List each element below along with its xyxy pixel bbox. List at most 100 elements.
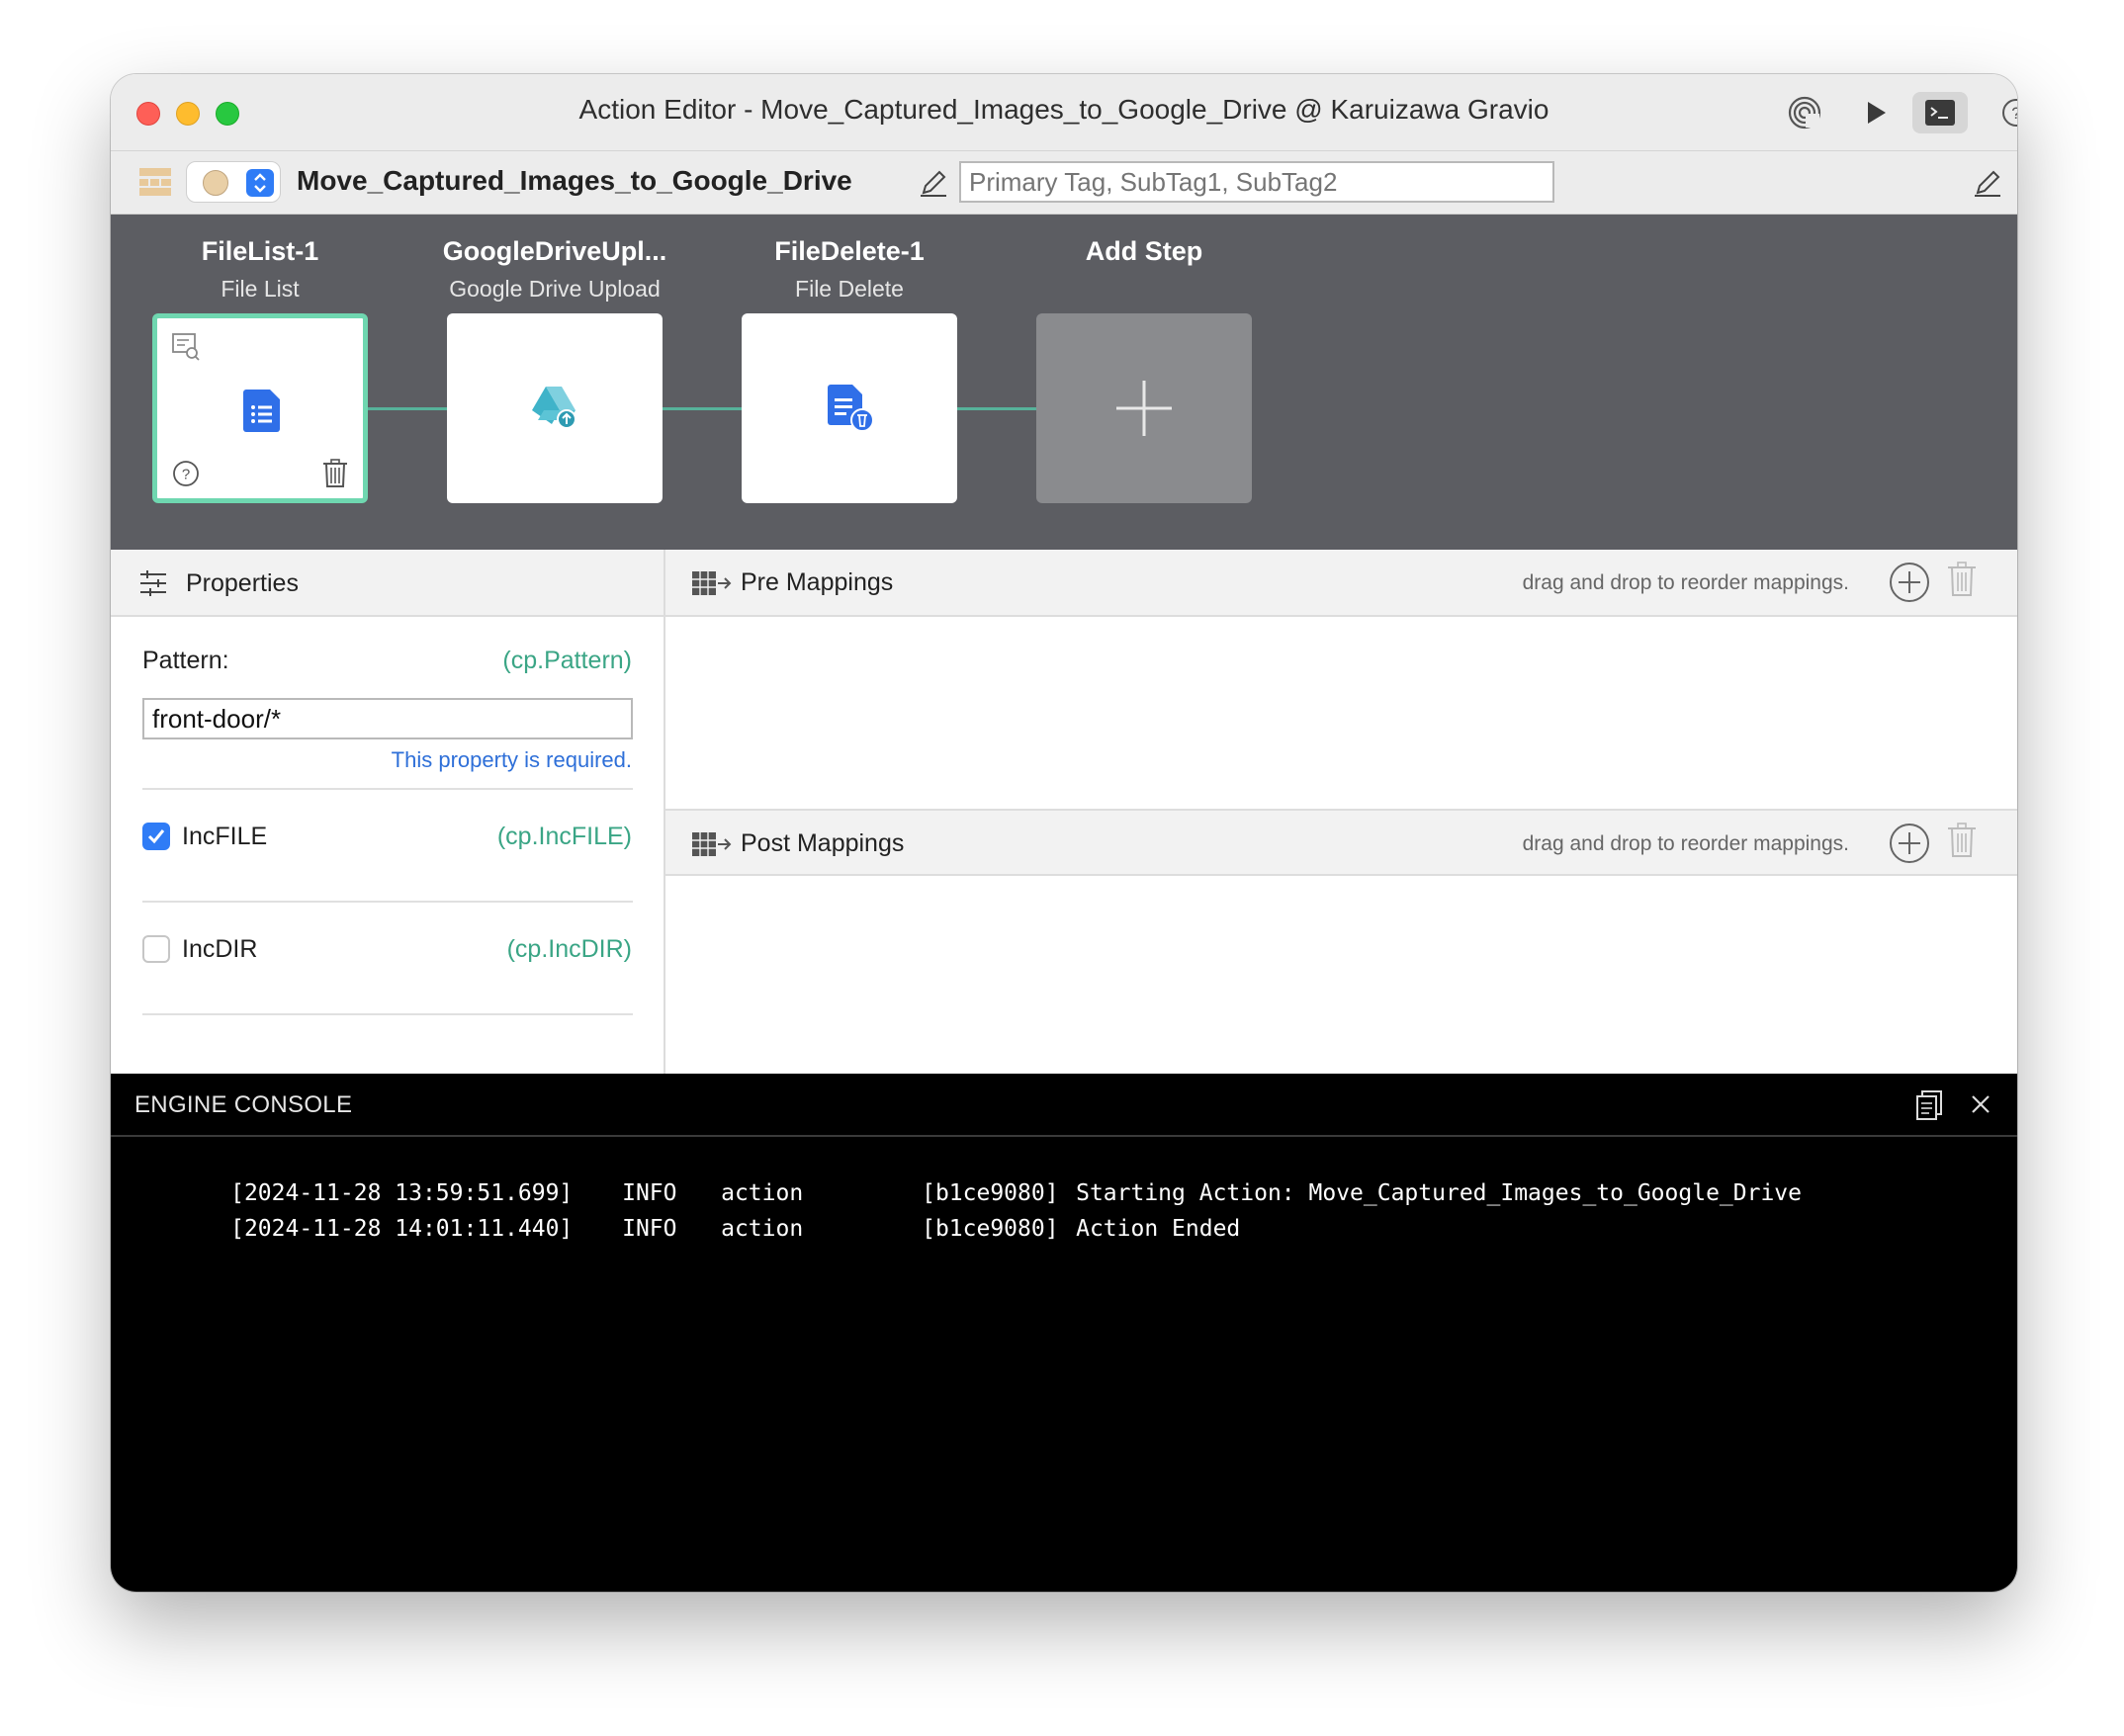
- sliders-icon: [140, 570, 166, 596]
- pattern-label: Pattern:: [142, 647, 229, 674]
- help-button[interactable]: ?: [1995, 92, 2017, 133]
- help-icon: ?: [2002, 99, 2017, 127]
- step-delete-button[interactable]: [321, 459, 349, 493]
- pencil-icon: [1975, 170, 2000, 197]
- mapping-icon: [692, 832, 732, 856]
- step-subtitle: File Delete: [795, 276, 904, 302]
- step-connector: [663, 407, 752, 410]
- mappings-panel: Pre Mappings drag and drop to reorder ma…: [665, 550, 2017, 1074]
- plus-circle-icon: [1890, 824, 1929, 863]
- action-color-picker[interactable]: [186, 161, 281, 203]
- log-level: INFO: [622, 1216, 677, 1242]
- close-window-button[interactable]: [136, 102, 160, 126]
- log-timestamp: [2024-11-28 14:01:11.440]: [230, 1216, 574, 1242]
- log-id: [b1ce9080]: [922, 1216, 1059, 1242]
- zoom-window-button[interactable]: [216, 102, 239, 126]
- console-header: ENGINE CONSOLE: [111, 1074, 2017, 1137]
- incfile-label: IncFILE: [182, 823, 268, 850]
- broadcast-icon: [1788, 96, 1821, 130]
- console-title: ENGINE CONSOLE: [134, 1091, 353, 1118]
- step-subtitle: File List: [221, 276, 300, 302]
- trash-icon: [1948, 562, 1976, 596]
- preview-button[interactable]: [171, 332, 201, 367]
- post-mappings-header: Post Mappings drag and drop to reorder m…: [665, 809, 2017, 876]
- log-message: Action Ended: [1076, 1216, 1241, 1242]
- title-bar: Action Editor - Move_Captured_Images_to_…: [111, 74, 2017, 151]
- trash-icon: [323, 459, 347, 487]
- broadcast-button[interactable]: [1784, 92, 1825, 133]
- edit-tags-button[interactable]: [1972, 167, 2003, 204]
- chevron-up-down-icon: [254, 173, 266, 193]
- edit-name-button[interactable]: [918, 167, 949, 204]
- required-hint: This property is required.: [391, 747, 632, 772]
- pattern-variable[interactable]: (cp.Pattern): [502, 647, 632, 675]
- divider: [142, 901, 633, 903]
- action-name: Move_Captured_Images_to_Google_Drive: [297, 165, 852, 196]
- step-connector: [957, 407, 1046, 410]
- pre-mappings-hint: drag and drop to reorder mappings.: [1522, 571, 1849, 594]
- layout-icon: [139, 168, 171, 196]
- preview-icon: [172, 333, 200, 361]
- step-title: Add Step: [1085, 236, 1203, 266]
- plus-circle-icon: [1890, 563, 1929, 602]
- engine-console: ENGINE CONSOLE [2024-11-28 13:59:51.699]…: [111, 1074, 2017, 1592]
- window-title: Action Editor - Move_Captured_Images_to_…: [578, 94, 1549, 125]
- file-delete-icon: [827, 383, 874, 437]
- incdir-variable[interactable]: (cp.IncDIR): [507, 935, 632, 964]
- layout-toggle-button[interactable]: [138, 167, 172, 202]
- play-icon: [1868, 102, 1886, 124]
- properties-panel: Properties Pattern: (cp.Pattern) This pr…: [111, 550, 665, 1074]
- pre-mappings-header: Pre Mappings drag and drop to reorder ma…: [665, 550, 2017, 617]
- incdir-checkbox[interactable]: [142, 935, 170, 963]
- copy-console-button[interactable]: [1914, 1089, 1944, 1126]
- step-card-file-list[interactable]: ?: [152, 313, 368, 503]
- file-list-icon: [242, 388, 282, 438]
- step-help-button[interactable]: ?: [171, 459, 201, 493]
- tag-input[interactable]: [959, 161, 1554, 203]
- svg-text:?: ?: [2011, 104, 2017, 123]
- incfile-checkbox[interactable]: [142, 823, 170, 850]
- pre-mappings-title: Pre Mappings: [741, 568, 894, 596]
- add-step-button[interactable]: [1036, 313, 1252, 503]
- help-icon: ?: [173, 461, 199, 486]
- step-card-file-delete[interactable]: [742, 313, 957, 503]
- terminal-icon: [1925, 100, 1955, 126]
- incdir-label: IncDIR: [182, 935, 258, 963]
- step-subtitle: Google Drive Upload: [449, 276, 661, 302]
- log-category: action: [721, 1216, 804, 1242]
- properties-title: Properties: [186, 569, 299, 597]
- pattern-input[interactable]: [142, 698, 633, 739]
- delete-post-mapping-button[interactable]: [1946, 823, 1988, 864]
- divider: [142, 1013, 633, 1015]
- action-editor-window: Action Editor - Move_Captured_Images_to_…: [111, 74, 2017, 1592]
- action-header-row: Move_Captured_Images_to_Google_Drive: [111, 151, 2017, 215]
- copy-icon: [1916, 1090, 1942, 1120]
- delete-pre-mapping-button[interactable]: [1946, 562, 1988, 603]
- run-button[interactable]: [1855, 92, 1897, 133]
- log-line: [2024-11-28 14:01:11.440] INFO action [b1ce…: [148, 1190, 1240, 1267]
- incfile-variable[interactable]: (cp.IncFILE): [497, 823, 632, 851]
- properties-header: Properties: [111, 550, 664, 617]
- close-console-button[interactable]: [1968, 1091, 1993, 1122]
- color-stepper[interactable]: [246, 169, 274, 197]
- minimize-window-button[interactable]: [176, 102, 200, 126]
- step-connector: [368, 407, 457, 410]
- google-drive-upload-icon: [530, 385, 579, 435]
- close-icon: [1972, 1095, 1990, 1113]
- console-toggle-button[interactable]: [1912, 92, 1968, 133]
- divider: [142, 788, 633, 790]
- svg-text:?: ?: [182, 467, 190, 483]
- color-swatch: [203, 170, 228, 196]
- checkmark-icon: [147, 829, 165, 844]
- post-mappings-hint: drag and drop to reorder mappings.: [1522, 832, 1849, 855]
- step-title: FileList-1: [201, 236, 319, 266]
- pencil-icon: [921, 170, 946, 197]
- add-pre-mapping-button[interactable]: [1889, 562, 1930, 603]
- steps-strip: FileList-1 File List ? GoogleDriveUpl...…: [111, 215, 2017, 550]
- step-card-google-drive-upload[interactable]: [447, 313, 663, 503]
- step-title: GoogleDriveUpl...: [442, 236, 667, 266]
- add-post-mapping-button[interactable]: [1889, 823, 1930, 864]
- plus-icon: [1116, 381, 1172, 436]
- post-mappings-title: Post Mappings: [741, 829, 905, 857]
- mapping-icon: [692, 571, 732, 595]
